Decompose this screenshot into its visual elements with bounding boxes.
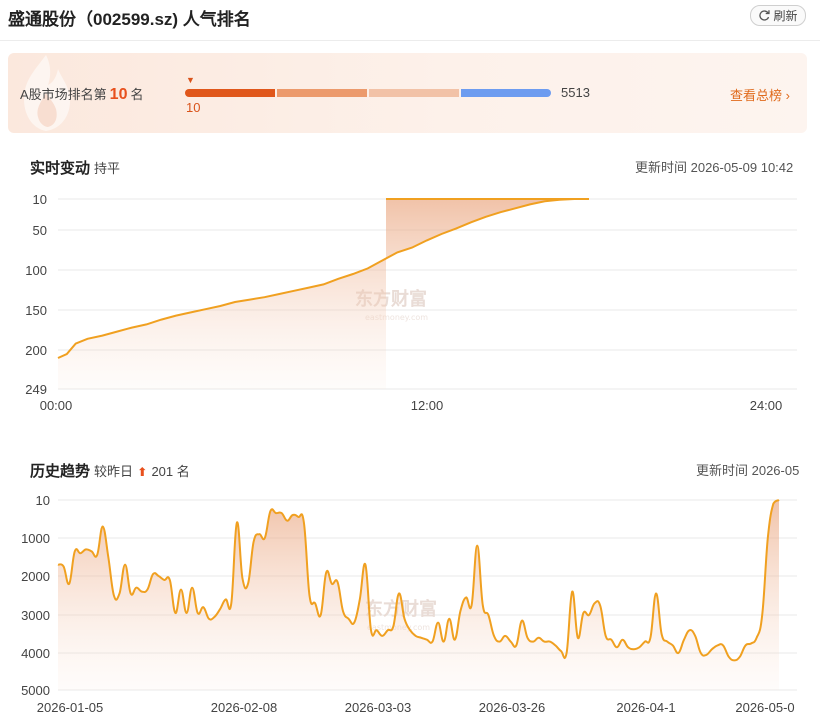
y-tick-label: 249: [25, 382, 47, 397]
x-tick-label: 2026-05-0: [735, 700, 794, 715]
history-area: [58, 500, 779, 690]
x-tick-label: 2026-03-26: [479, 700, 546, 715]
realtime-y-axis: 10 50 100 150 200 249: [25, 192, 47, 397]
x-tick-label: 00:00: [40, 398, 73, 413]
x-tick-label: 12:00: [411, 398, 444, 413]
y-tick-label: 200: [25, 343, 47, 358]
y-tick-label: 4000: [21, 646, 50, 661]
history-x-axis: 2026-01-05 2026-02-08 2026-03-03 2026-03-26…: [37, 700, 795, 715]
y-tick-label: 50: [33, 223, 47, 238]
realtime-area: [58, 199, 589, 389]
x-tick-label: 24:00: [750, 398, 783, 413]
realtime-plot: [57, 198, 589, 389]
realtime-x-axis: 00:00 12:00 24:00: [40, 398, 783, 413]
y-tick-label: 3000: [21, 608, 50, 623]
y-tick-label: 5000: [21, 683, 50, 698]
y-tick-label: 10: [33, 192, 47, 207]
x-tick-label: 2026-03-03: [345, 700, 412, 715]
y-tick-label: 1000: [21, 531, 50, 546]
history-y-axis: 10 1000 2000 3000 4000 5000: [21, 493, 50, 698]
y-tick-label: 10: [36, 493, 50, 508]
y-tick-label: 100: [25, 263, 47, 278]
y-tick-label: 150: [25, 303, 47, 318]
x-tick-label: 2026-04-1: [616, 700, 675, 715]
y-tick-label: 2000: [21, 569, 50, 584]
charts-canvas: 东方财富 eastmoney.com 1050100150200249 00:0…: [21, 192, 797, 715]
x-tick-label: 2026-01-05: [37, 700, 104, 715]
x-tick-label: 2026-02-08: [211, 700, 278, 715]
history-plot: [57, 499, 780, 690]
